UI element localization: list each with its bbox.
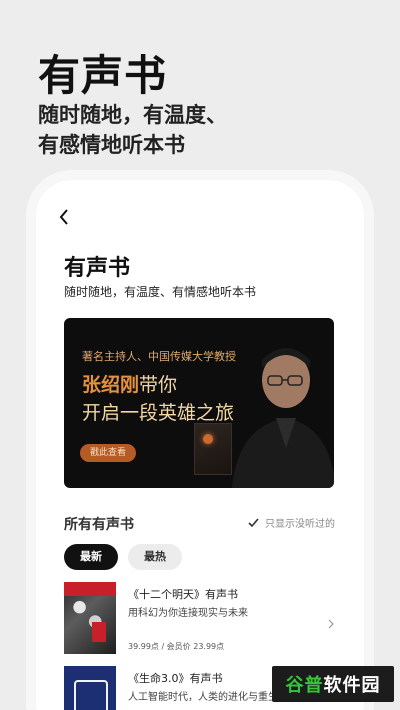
watermark-logo: 谷普 软件园 xyxy=(272,666,394,702)
watermark-prefix: 谷普 xyxy=(285,675,324,696)
book-cover xyxy=(64,582,116,654)
chevron-right-icon xyxy=(328,614,334,629)
checkbox-icon[interactable] xyxy=(248,517,259,528)
banner-host-name: 张绍刚 xyxy=(82,374,140,396)
book-price: 39.99点 / 会员价 23.99点 xyxy=(128,642,225,651)
hero-title: 有声书 xyxy=(38,51,168,100)
book-description: 用科幻为你连接现实与未来 xyxy=(128,608,248,619)
banner-name-suffix: 带你 xyxy=(139,374,178,396)
tab-latest[interactable]: 最新 xyxy=(64,544,118,570)
banner-view-button[interactable]: 戳此查看 xyxy=(80,444,136,462)
banner-subheadline: 开启一段英雄之旅 xyxy=(82,402,235,424)
book-cover xyxy=(64,666,116,710)
hero-subtitle-line1: 随时随地，有温度、 xyxy=(38,103,227,127)
back-arrow-icon[interactable] xyxy=(58,208,70,226)
banner-tagline: 著名主持人、中国传媒大学教授 xyxy=(82,350,236,363)
book-description: 人工智能时代，人类的进化与重生 xyxy=(128,692,278,703)
book-title: 《生命3.0》有声书 xyxy=(128,672,223,685)
promo-banner[interactable]: 著名主持人、中国传媒大学教授 张绍刚带你 开启一段英雄之旅 戳此查看 xyxy=(64,318,334,488)
hero-subtitle: 随时随地，有温度、 有感情地听本书 xyxy=(38,100,227,160)
banner-headline: 张绍刚带你 xyxy=(82,370,177,397)
watermark-suffix: 软件园 xyxy=(323,675,381,696)
book-title: 《十二个明天》有声书 xyxy=(128,588,238,601)
hero-subtitle-line2: 有感情地听本书 xyxy=(38,133,185,157)
filter-label: 只显示没听过的 xyxy=(265,519,335,530)
list-item[interactable]: 《十二个明天》有声书 用科幻为你连接现实与未来 39.99点 / 会员价 23.… xyxy=(64,582,334,654)
page-title: 有声书 xyxy=(64,256,131,281)
host-portrait xyxy=(232,348,334,488)
section-title: 所有有声书 xyxy=(64,517,134,533)
unheard-filter[interactable]: 只显示没听过的 xyxy=(248,515,335,530)
phone-mockup: 有声书 随时随地，有温度、有情感地听本书 著名主持人、中国传媒大学教授 张绍刚带… xyxy=(36,180,364,710)
page-description: 随时随地，有温度、有情感地听本书 xyxy=(64,285,257,299)
tab-popular[interactable]: 最热 xyxy=(128,544,182,570)
